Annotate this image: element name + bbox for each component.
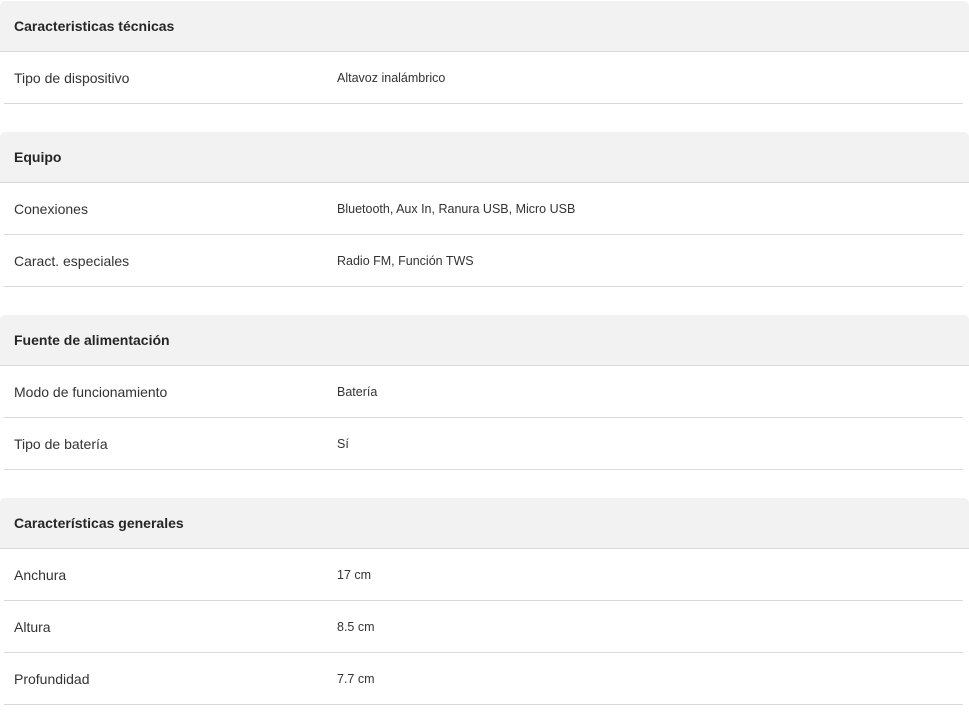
spec-value: Altavoz inalámbrico	[337, 70, 446, 85]
spec-label: Tipo de dispositivo	[14, 69, 130, 86]
spec-value: 8.5 cm	[337, 619, 375, 634]
spec-label: Conexiones	[14, 200, 88, 217]
spec-value: Batería	[337, 384, 378, 399]
spec-value: Sí	[337, 436, 349, 451]
section-equipo: Equipo Conexiones Bluetooth, Aux In, Ran…	[0, 132, 969, 287]
section-fuente-de-alimentacion: Fuente de alimentación Modo de funcionam…	[0, 315, 969, 470]
spec-label: Modo de funcionamiento	[14, 383, 168, 400]
spec-label: Caract. especiales	[14, 252, 130, 269]
spec-value: 17 cm	[337, 567, 372, 582]
spec-row: Conexiones Bluetooth, Aux In, Ranura USB…	[4, 183, 963, 235]
spec-label: Altura	[14, 618, 51, 635]
spec-value: Bluetooth, Aux In, Ranura USB, Micro USB	[337, 201, 576, 216]
section-title: Fuente de alimentación	[0, 315, 969, 366]
section-title: Caracteristicas técnicas	[0, 1, 969, 52]
section-caracteristicas-generales: Características generales Anchura 17 cm …	[0, 498, 969, 705]
spec-value: 7.7 cm	[337, 671, 375, 686]
spec-row: Anchura 17 cm	[4, 549, 963, 601]
spec-row: Tipo de batería Sí	[4, 418, 963, 470]
spec-row: Caract. especiales Radio FM, Función TWS	[4, 235, 963, 287]
section-title: Características generales	[0, 498, 969, 549]
spec-label: Tipo de batería	[14, 435, 108, 452]
spec-label: Anchura	[14, 566, 67, 583]
spec-value: Radio FM, Función TWS	[337, 253, 474, 268]
spec-label: Profundidad	[14, 670, 90, 687]
spec-row: Profundidad 7.7 cm	[4, 653, 963, 705]
spec-row: Modo de funcionamiento Batería	[4, 366, 963, 418]
spec-row: Tipo de dispositivo Altavoz inalámbrico	[4, 52, 963, 104]
section-title: Equipo	[0, 132, 969, 183]
spec-row: Altura 8.5 cm	[4, 601, 963, 653]
section-caracteristicas-tecnicas: Caracteristicas técnicas Tipo de disposi…	[0, 1, 969, 104]
